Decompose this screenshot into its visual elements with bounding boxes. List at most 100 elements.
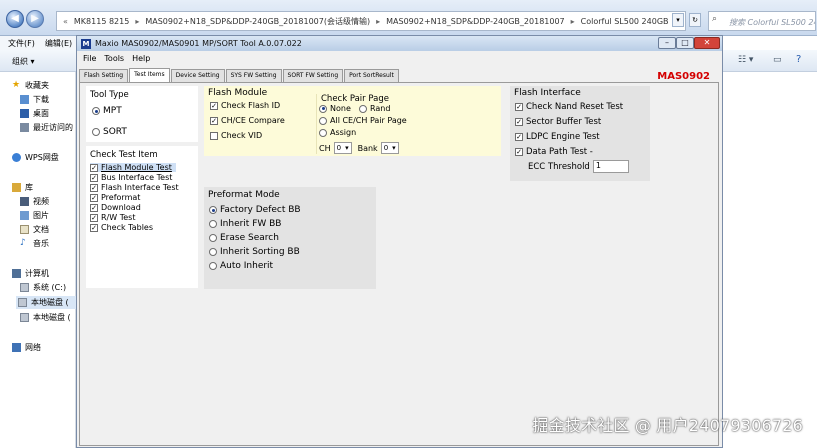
checkbox-sector-buffer[interactable]: ✓ Sector Buffer Test [515, 117, 601, 127]
tool-title-bar: M Maxio MAS0902/MAS0901 MP/SORT Tool A.0… [77, 36, 722, 51]
sidebar-item-pictures[interactable]: 图片 [20, 210, 49, 221]
checkbox[interactable]: ✓ [90, 173, 98, 182]
checkbox[interactable]: ✓ [515, 148, 523, 156]
checkbox-nand-reset[interactable]: ✓ Check Nand Reset Test [515, 102, 623, 112]
checkbox[interactable]: ✓ [90, 213, 98, 222]
checkbox[interactable]: ✓ [515, 103, 523, 111]
radio-button[interactable] [92, 128, 100, 136]
test-item-preformat[interactable]: ✓ Preformat [90, 193, 140, 202]
preview-pane-icon[interactable]: ▭ [773, 55, 782, 65]
checkbox[interactable]: ✓ [90, 223, 98, 232]
checkbox[interactable]: ✓ [515, 133, 523, 141]
sidebar-item-videos[interactable]: 视频 [20, 196, 49, 207]
sidebar-item-downloads[interactable]: 下载 [20, 94, 49, 105]
radio-button[interactable] [319, 116, 327, 125]
test-item-bus-interface[interactable]: ✓ Bus Interface Test [90, 173, 172, 182]
checkbox-check-vid[interactable]: Check VID [210, 131, 262, 140]
test-item-rw-test[interactable]: ✓ R/W Test [90, 213, 135, 222]
path-segment[interactable]: MK8115 8215 [74, 17, 129, 26]
close-button[interactable]: ✕ [694, 37, 720, 49]
checkbox[interactable]: ✓ [210, 116, 218, 125]
radio-button[interactable] [319, 104, 327, 113]
radio-button[interactable] [92, 107, 100, 115]
bank-select[interactable]: 0 ▾ [380, 142, 399, 154]
tab-sys-fw-setting[interactable]: SYS FW Setting [225, 69, 282, 82]
view-options-icon[interactable]: ☷ ▾ [738, 55, 753, 65]
sidebar-network[interactable]: 网络 [12, 342, 41, 353]
radio-button[interactable] [209, 220, 217, 228]
tab-strip: Flash Setting Test Items Device Setting … [79, 68, 400, 82]
refresh-button[interactable]: ↻ [689, 13, 701, 27]
radio-erase-search[interactable]: Erase Search [209, 233, 279, 243]
ch-select[interactable]: 0 ▾ [333, 142, 352, 154]
menu-help[interactable]: Help [132, 54, 150, 63]
test-item-flash-module[interactable]: ✓ Flash Module Test [90, 163, 176, 172]
radio-mpt[interactable]: MPT [92, 106, 122, 116]
sidebar-item-drive-local-1[interactable]: 本地磁盘 ( [16, 296, 80, 309]
path-segment[interactable]: MAS0902+N18_SDP&DDP-240GB_20181007(会话级情输… [145, 16, 370, 27]
organize-button[interactable]: 组织 ▾ [12, 56, 35, 67]
help-icon[interactable]: ? [796, 54, 801, 65]
sidebar-wps[interactable]: WPS网盘 [12, 152, 59, 163]
checkbox-ch-ce-compare[interactable]: ✓ CH/CE Compare [210, 116, 285, 125]
test-item-download[interactable]: ✓ Download [90, 203, 141, 212]
radio-inherit-sorting-bb[interactable]: Inherit Sorting BB [209, 247, 300, 257]
menu-file[interactable]: File [83, 54, 96, 63]
forward-button[interactable]: ▶ [26, 10, 44, 28]
tab-port-sort-result[interactable]: Port SortResult [344, 69, 399, 82]
menu-tools[interactable]: Tools [104, 54, 124, 63]
menu-file[interactable]: 文件(F) [8, 38, 35, 49]
radio-pair-assign[interactable]: Assign [319, 128, 356, 137]
radio-pair-rand[interactable]: Rand [359, 104, 390, 113]
checkbox[interactable]: ✓ [515, 118, 523, 126]
radio-inherit-fw-bb[interactable]: Inherit FW BB [209, 219, 281, 229]
tab-device-setting[interactable]: Device Setting [170, 69, 225, 82]
search-input[interactable]: 搜索 Colorful SL500 240GB [708, 11, 816, 31]
test-item-check-tables[interactable]: ✓ Check Tables [90, 223, 153, 232]
checkbox[interactable]: ✓ [90, 183, 98, 192]
tab-sort-fw-setting[interactable]: SORT FW Setting [282, 69, 344, 82]
path-segment[interactable]: Colorful SL500 240GB [581, 17, 669, 26]
radio-pair-all[interactable]: All CE/CH Pair Page [319, 116, 407, 125]
path-dropdown-button[interactable]: ▾ [672, 13, 684, 27]
radio-button[interactable] [359, 104, 367, 113]
test-item-flash-interface[interactable]: ✓ Flash Interface Test [90, 183, 179, 192]
radio-button[interactable] [209, 234, 217, 242]
checkbox[interactable]: ✓ [90, 193, 98, 202]
radio-factory-defect-bb[interactable]: Factory Defect BB [209, 205, 301, 215]
sidebar-item-desktop[interactable]: 桌面 [20, 108, 49, 119]
radio-pair-none[interactable]: None [319, 104, 351, 113]
radio-button[interactable] [209, 262, 217, 270]
path-breadcrumb[interactable]: « MK8115 8215 ▸ MAS0902+N18_SDP&DDP-240G… [56, 11, 686, 31]
tab-flash-setting[interactable]: Flash Setting [79, 69, 129, 82]
checkbox[interactable]: ✓ [210, 101, 218, 110]
sidebar-library[interactable]: 库 [12, 182, 33, 193]
checkbox-data-path[interactable]: ✓ Data Path Test - [515, 147, 593, 157]
radio-button[interactable] [209, 206, 217, 214]
back-button[interactable]: ◀ [6, 10, 24, 28]
tab-test-items[interactable]: Test Items [129, 68, 170, 82]
path-segment[interactable]: MAS0902+N18_SDP&DDP-240GB_20181007 [386, 17, 565, 26]
sidebar-item-drive-c[interactable]: 系统 (C:) [20, 282, 66, 293]
checkbox[interactable]: ✓ [90, 163, 98, 172]
maximize-button[interactable]: □ [676, 37, 694, 49]
sidebar-item-documents[interactable]: 文档 [20, 224, 49, 235]
menu-edit[interactable]: 编辑(E) [45, 38, 72, 49]
sidebar-item-music[interactable]: ♪ 音乐 [20, 238, 49, 249]
radio-button[interactable] [319, 128, 327, 137]
checkbox-check-flash-id[interactable]: ✓ Check Flash ID [210, 101, 280, 110]
checkbox[interactable]: ✓ [90, 203, 98, 212]
sidebar-computer[interactable]: 计算机 [12, 268, 49, 279]
sidebar-item-drive-local-2[interactable]: 本地磁盘 ( [20, 312, 71, 323]
checkbox-ldpc-engine[interactable]: ✓ LDPC Engine Test [515, 132, 600, 142]
minimize-button[interactable]: – [658, 37, 676, 49]
radio-button[interactable] [209, 248, 217, 256]
radio-auto-inherit[interactable]: Auto Inherit [209, 261, 273, 271]
sidebar-favorites[interactable]: ★ 收藏夹 [12, 80, 49, 91]
checkbox[interactable] [210, 131, 218, 140]
ecc-threshold-input[interactable]: 1 [592, 160, 629, 173]
radio-sort[interactable]: SORT [92, 127, 127, 137]
explorer-address-bar: ◀ ▶ « MK8115 8215 ▸ MAS0902+N18_SDP&DDP-… [0, 0, 817, 36]
sidebar-item-recent[interactable]: 最近访问的 [20, 122, 73, 133]
sidebar-label: 收藏夹 [25, 81, 49, 90]
